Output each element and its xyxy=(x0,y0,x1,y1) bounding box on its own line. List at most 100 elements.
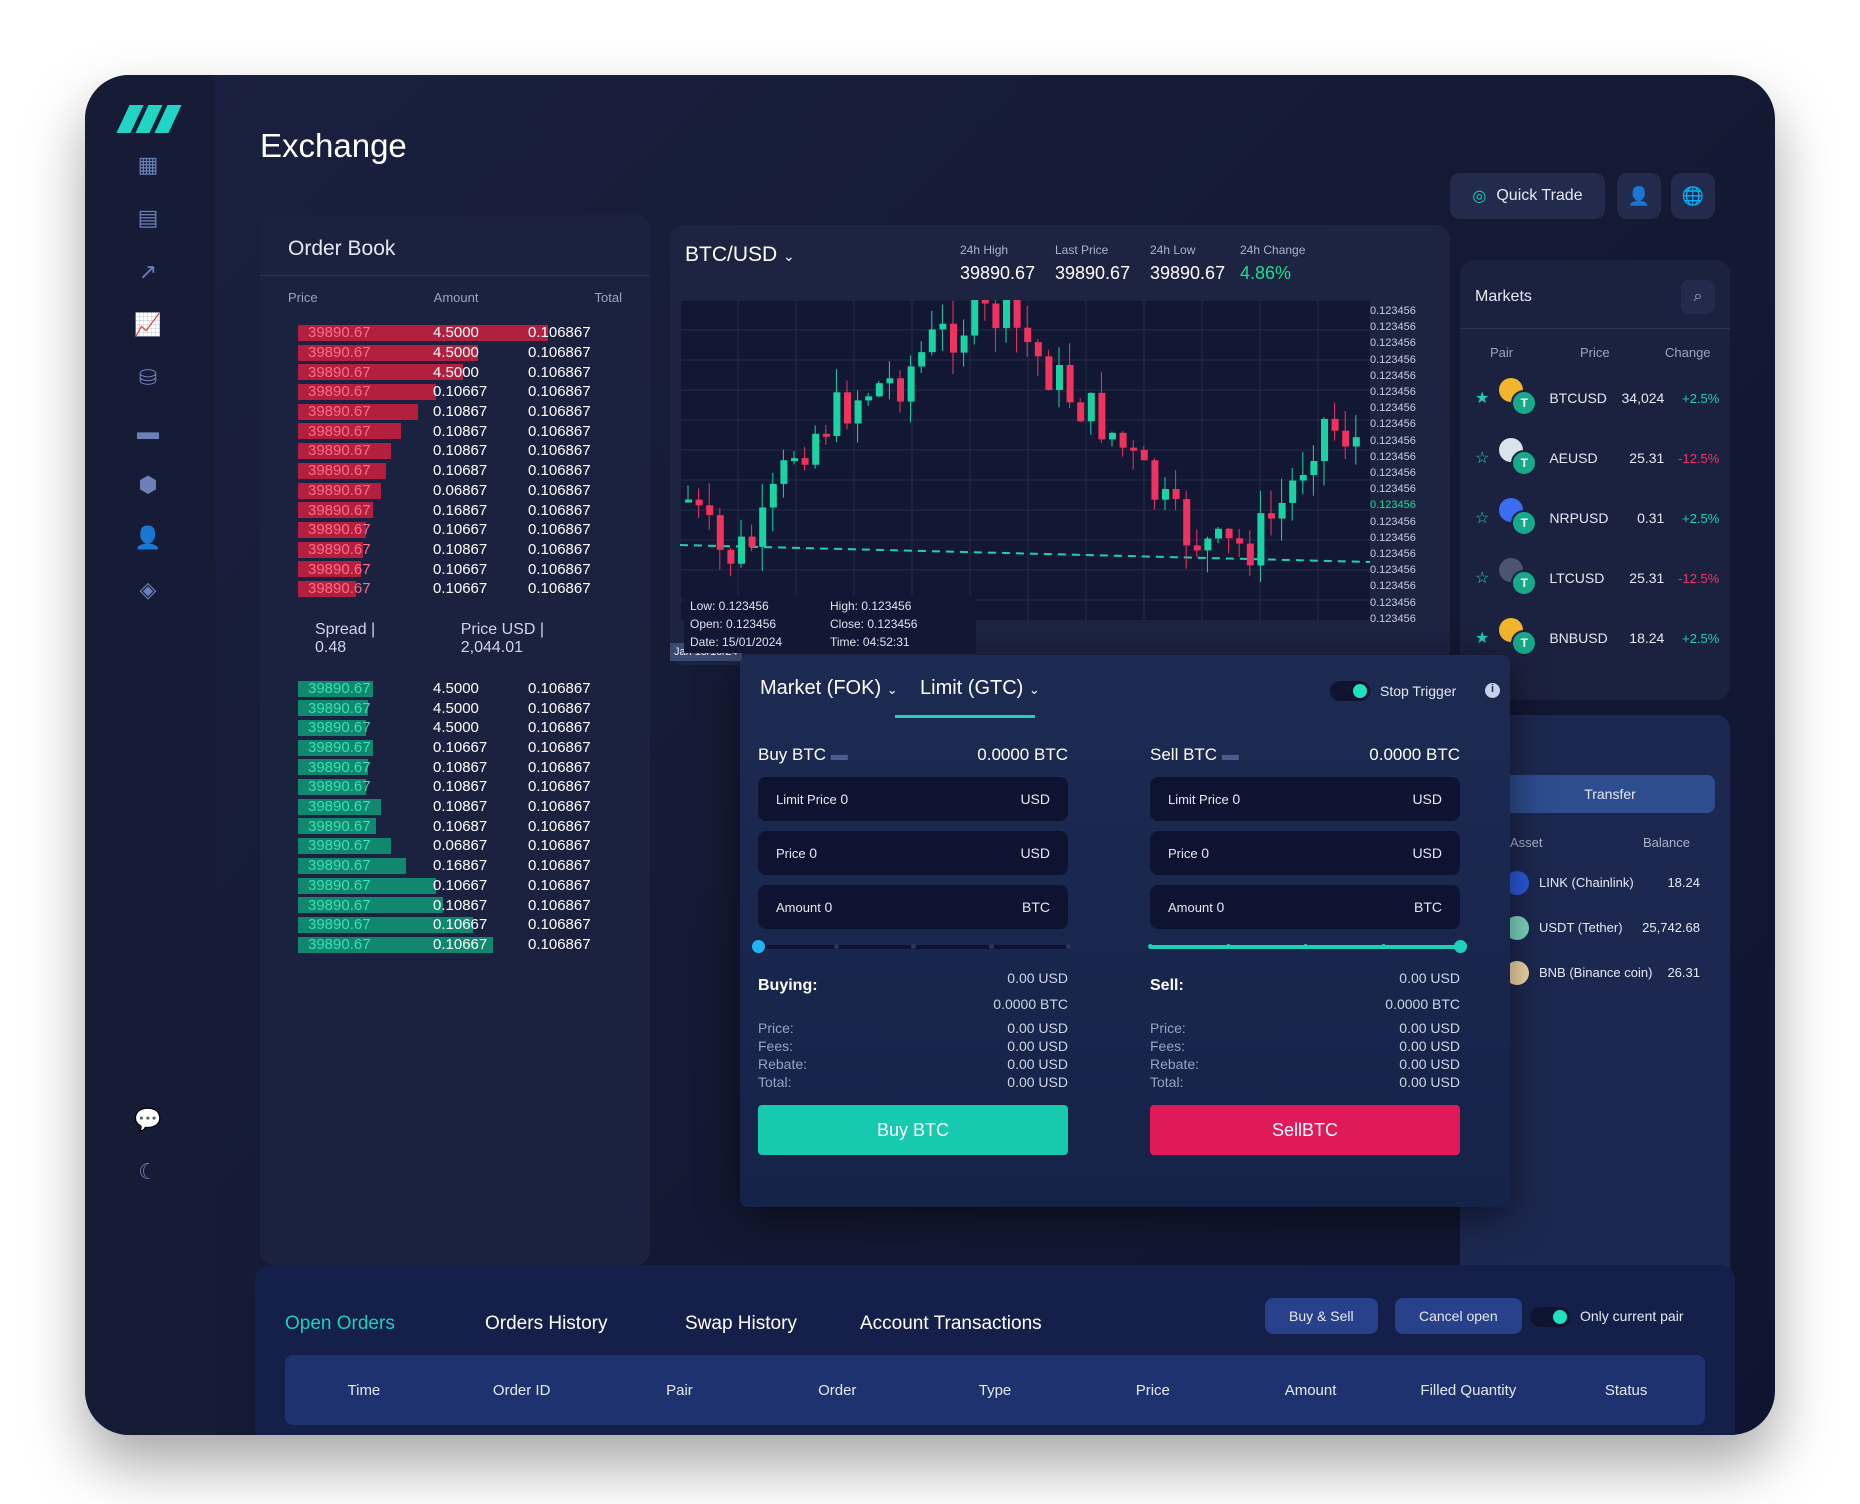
tab-market-fok[interactable]: Market (FOK) ⌄ xyxy=(760,677,898,700)
buy-amount-slider[interactable] xyxy=(752,939,1071,955)
sell-price-input[interactable]: Price 0 USD xyxy=(1150,831,1460,875)
ask-row[interactable]: 39890.67 4.5000 0.106867 xyxy=(260,343,650,363)
token-icon[interactable]: ⬢ xyxy=(133,470,163,500)
sell-amount-slider[interactable] xyxy=(1148,939,1467,955)
y-tick: 0.123456 xyxy=(1370,337,1416,350)
y-tick: 0.123456 xyxy=(1370,580,1416,593)
sell-btc-button[interactable]: SellBTC xyxy=(1150,1105,1460,1155)
sell-amount-input[interactable]: Amount 0 BTC xyxy=(1150,885,1460,929)
pair-selector[interactable]: BTC/USD ⌄ xyxy=(685,243,795,267)
buy-price-input[interactable]: Price 0 USD xyxy=(758,831,1068,875)
price-chart: BTC/USD ⌄ 24h High 39890.67 Last Price 3989… xyxy=(670,225,1450,665)
bid-row[interactable]: 39890.67 4.5000 0.106867 xyxy=(260,679,650,699)
candle xyxy=(1056,364,1063,390)
ask-row[interactable]: 39890.67 0.10867 0.106867 xyxy=(260,402,650,422)
bid-row[interactable]: 39890.67 0.06867 0.106867 xyxy=(260,836,650,856)
wallet-icon[interactable]: ▬ xyxy=(133,417,163,447)
ask-row[interactable]: 39890.67 4.5000 0.106867 xyxy=(260,362,650,382)
ask-row[interactable]: 39890.67 4.5000 0.106867 xyxy=(260,323,650,343)
bid-row[interactable]: 39890.67 0.10867 0.106867 xyxy=(260,895,650,915)
candle xyxy=(1204,538,1212,551)
candle xyxy=(981,300,989,304)
bid-row[interactable]: 39890.67 0.10667 0.106867 xyxy=(260,876,650,896)
cancel-open-button[interactable]: Cancel open xyxy=(1395,1298,1522,1334)
candlestick-plot[interactable] xyxy=(680,300,1370,620)
bid-row[interactable]: 39890.67 0.10667 0.106867 xyxy=(260,915,650,935)
trend-icon[interactable]: ↗ xyxy=(133,257,163,287)
chat-icon[interactable]: 💬 xyxy=(133,1105,163,1135)
buy-amount-input[interactable]: Amount 0 BTC xyxy=(758,885,1068,929)
ask-row[interactable]: 39890.67 0.10667 0.106867 xyxy=(260,559,650,579)
buy-sell-button[interactable]: Buy & Sell xyxy=(1265,1298,1378,1334)
sell-balance: 0.0000 BTC xyxy=(1369,745,1460,764)
quick-trade-button[interactable]: ◎ Quick Trade xyxy=(1450,173,1605,219)
line-chart-icon[interactable]: 📈 xyxy=(133,310,163,340)
info-icon[interactable]: i xyxy=(1485,683,1500,698)
stop-trigger-toggle[interactable] xyxy=(1330,681,1370,701)
ask-row[interactable]: 39890.67 0.06867 0.106867 xyxy=(260,481,650,501)
bid-row[interactable]: 39890.67 0.16867 0.106867 xyxy=(260,856,650,876)
market-row[interactable]: ☆ T NRPUSD 0.31 +2.5% xyxy=(1460,488,1730,548)
database-icon[interactable]: ⛁ xyxy=(133,363,163,393)
star-icon[interactable]: ★ xyxy=(1475,628,1489,648)
candle xyxy=(1066,364,1074,403)
candle xyxy=(812,433,820,465)
ask-row[interactable]: 39890.67 0.10667 0.106867 xyxy=(260,579,650,599)
bid-row[interactable]: 39890.67 4.5000 0.106867 xyxy=(260,698,650,718)
buy-btc-button[interactable]: Buy BTC xyxy=(758,1105,1068,1155)
star-icon[interactable]: ☆ xyxy=(1475,568,1489,588)
tab-open-orders[interactable]: Open Orders xyxy=(285,1313,395,1335)
bid-row[interactable]: 39890.67 0.10667 0.106867 xyxy=(260,738,650,758)
market-row[interactable]: ☆ T LTCUSD 25.31 -12.5% xyxy=(1460,548,1730,608)
candle xyxy=(1151,460,1159,500)
ask-row[interactable]: 39890.67 0.10687 0.106867 xyxy=(260,461,650,481)
candle xyxy=(928,329,936,353)
bid-row[interactable]: 39890.67 0.10867 0.106867 xyxy=(260,777,650,797)
star-icon[interactable]: ★ xyxy=(1475,388,1489,408)
market-row[interactable]: ★ T BTCUSD 34,024 +2.5% xyxy=(1460,368,1730,428)
tab-swap-history[interactable]: Swap History xyxy=(685,1313,797,1335)
star-icon[interactable]: ☆ xyxy=(1475,448,1489,468)
ask-row[interactable]: 39890.67 0.10667 0.106867 xyxy=(260,382,650,402)
add-user-icon[interactable]: 👤 xyxy=(133,523,163,553)
candle xyxy=(1087,392,1095,422)
ask-row[interactable]: 39890.67 0.10667 0.106867 xyxy=(260,520,650,540)
buy-balance: 0.0000 BTC xyxy=(977,745,1068,764)
wallet-icon: ▬ xyxy=(1221,745,1239,764)
compass-icon[interactable]: ◈ xyxy=(133,575,163,605)
tab-account-transactions[interactable]: Account Transactions xyxy=(860,1313,1042,1335)
bid-row[interactable]: 39890.67 0.10687 0.106867 xyxy=(260,816,650,836)
candle xyxy=(1193,545,1201,551)
candle xyxy=(992,303,1000,329)
bid-row[interactable]: 39890.67 4.5000 0.106867 xyxy=(260,718,650,738)
bar-chart-icon[interactable]: ▤ xyxy=(133,203,163,233)
y-tick: 0.123456 xyxy=(1370,531,1416,544)
bid-row[interactable]: 39890.67 0.10867 0.106867 xyxy=(260,757,650,777)
sell-limit-price-input[interactable]: Limit Price 0 USD xyxy=(1150,777,1460,821)
bid-row[interactable]: 39890.67 0.10867 0.106867 xyxy=(260,797,650,817)
ask-row[interactable]: 39890.67 0.10867 0.106867 xyxy=(260,540,650,560)
only-current-pair-toggle[interactable] xyxy=(1530,1307,1570,1327)
col-filled-quantity: Filled Quantity xyxy=(1420,1381,1517,1399)
user-icon[interactable]: 👤 xyxy=(1617,173,1661,219)
y-tick: 0.123456 xyxy=(1370,499,1416,512)
star-icon[interactable]: ☆ xyxy=(1475,508,1489,528)
dashboard-icon[interactable]: ▦ xyxy=(133,150,163,180)
ask-row[interactable]: 39890.67 0.10867 0.106867 xyxy=(260,441,650,461)
globe-icon[interactable]: 🌐 xyxy=(1671,173,1715,219)
y-tick: 0.123456 xyxy=(1370,612,1416,625)
moon-icon[interactable]: ☾ xyxy=(133,1157,163,1187)
search-icon[interactable]: ⌕ xyxy=(1681,280,1715,314)
tab-orders-history[interactable]: Orders History xyxy=(485,1313,607,1335)
y-tick: 0.123456 xyxy=(1370,369,1416,382)
ask-row[interactable]: 39890.67 0.10867 0.106867 xyxy=(260,421,650,441)
y-tick: 0.123456 xyxy=(1370,596,1416,609)
ask-row[interactable]: 39890.67 0.16867 0.106867 xyxy=(260,500,650,520)
transfer-button[interactable]: Transfer xyxy=(1505,775,1715,813)
bid-row[interactable]: 39890.67 0.10667 0.106867 xyxy=(260,935,650,955)
tab-limit-gtc[interactable]: Limit (GTC) ⌄ xyxy=(920,677,1040,700)
buy-limit-price-input[interactable]: Limit Price 0 USD xyxy=(758,777,1068,821)
col-price: Price xyxy=(1135,1381,1170,1399)
market-row[interactable]: ☆ T AEUSD 25.31 -12.5% xyxy=(1460,428,1730,488)
candle xyxy=(1172,489,1180,500)
